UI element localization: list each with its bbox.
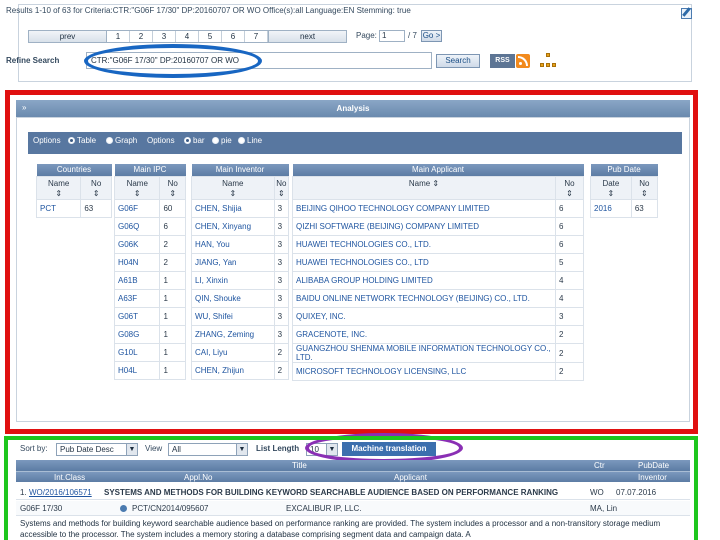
page-link-2[interactable]: 2 [130,31,153,42]
prev-button[interactable]: prev [29,31,107,42]
next-button[interactable]: next [268,31,346,42]
page-link-1[interactable]: 1 [107,31,130,42]
page-link-7[interactable]: 7 [245,31,268,42]
results-summary: Results 1-10 of 63 for Criteria:CTR:"G06… [6,6,411,15]
page-total: / 7 [408,31,417,40]
red-highlight-box [5,90,698,434]
rss-button[interactable]: RSS [490,54,515,68]
page-input[interactable]: 1 [379,30,405,42]
blue-highlight-ellipse [84,44,262,78]
pager: prev 1 2 3 4 5 6 7 next [28,30,347,43]
page-link-5[interactable]: 5 [199,31,222,42]
go-button[interactable]: Go > [421,30,442,42]
page-link-6[interactable]: 6 [222,31,245,42]
search-button[interactable]: Search [436,54,480,68]
page-link-4[interactable]: 4 [176,31,199,42]
refine-search-label: Refine Search [6,56,60,65]
green-highlight-box [4,436,698,540]
edit-icon[interactable] [681,8,692,19]
page-link-3[interactable]: 3 [153,31,176,42]
feed-icon[interactable] [516,54,530,68]
page-label: Page: [356,31,377,40]
hierarchy-icon[interactable] [540,53,556,69]
